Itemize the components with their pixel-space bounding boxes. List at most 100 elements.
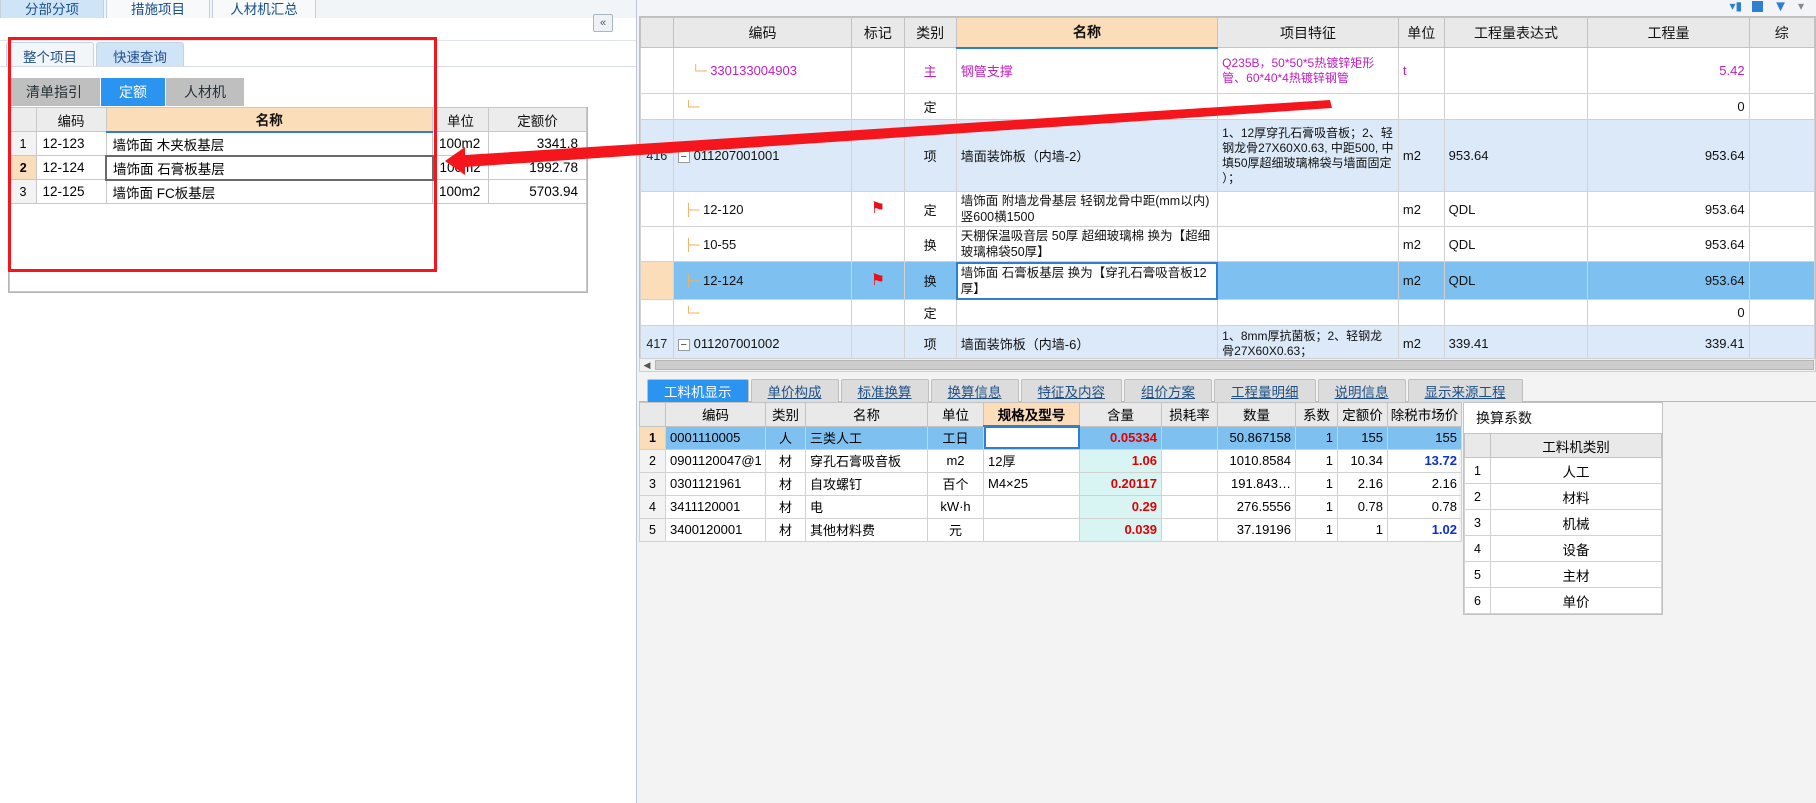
row-category[interactable]: 材 [765, 471, 806, 496]
row-unit[interactable]: m2 [1397, 119, 1445, 192]
row-qty-expression[interactable] [1443, 47, 1589, 94]
table-row[interactable]: 2 0901120047@1 材 穿孔石膏吸音板 m2 12厚 1.06 101… [639, 448, 1462, 473]
col-unit[interactable]: 单位 [432, 107, 489, 132]
tab-rencaijihuizong[interactable]: 人材机汇总 [212, 0, 316, 18]
col-name[interactable]: 名称 [105, 107, 433, 133]
row-category[interactable]: 定 [903, 93, 957, 120]
row-name[interactable]: 三类人工 [805, 425, 928, 450]
row-quantity[interactable]: 50.867158 [1217, 425, 1296, 450]
col-rownum[interactable] [639, 402, 666, 427]
row-unit[interactable]: 100m2 [432, 131, 489, 156]
row-qty-expression[interactable] [1443, 93, 1589, 120]
col-content[interactable]: 含量 [1079, 402, 1162, 427]
row-unit[interactable]: 元 [927, 517, 984, 542]
row-code[interactable]: 3400120001 [665, 517, 766, 542]
table-row[interactable]: 1 人工 [1464, 457, 1662, 484]
chevron-down-icon[interactable]: ▼ [1773, 0, 1788, 15]
horizontal-scrollbar[interactable]: ◀ [639, 358, 1816, 372]
row-content[interactable]: 0.05334 [1079, 425, 1162, 450]
col-rownum[interactable] [640, 17, 674, 48]
subtab-whole-project[interactable]: 整个项目 [6, 42, 94, 66]
table-row[interactable]: 1 0001110005 人 三类人工 工日 0.05334 50.867158… [639, 425, 1462, 450]
row-qty-expression[interactable]: QDL [1443, 261, 1589, 300]
row-code[interactable]: 12-125 [35, 179, 107, 204]
row-content[interactable]: 1.06 [1079, 448, 1162, 473]
tab-feature-content[interactable]: 特征及内容 [1020, 379, 1122, 402]
row-unit[interactable] [1397, 93, 1445, 120]
col-rownum[interactable] [1464, 433, 1491, 458]
row-spec-model[interactable] [983, 494, 1080, 519]
more-icon[interactable]: ▾ [1798, 0, 1804, 13]
row-comprehensive[interactable] [1748, 93, 1815, 120]
row-code[interactable]: 12-123 [35, 131, 107, 156]
row-spec-model[interactable]: M4×25 [983, 471, 1080, 496]
tab-rencaiji[interactable]: 人材机 [166, 78, 245, 106]
row-mark[interactable] [851, 226, 905, 262]
row-category[interactable]: 换 [903, 261, 957, 300]
table-row[interactable]: ├─ 12-120 ⚑ 定 墙饰面 附墙龙骨基层 轻钢龙骨中距(mm以内)竖60… [640, 191, 1815, 227]
row-base-price[interactable]: 1 [1337, 517, 1388, 542]
row-name[interactable]: 电 [805, 494, 928, 519]
row-spec-model[interactable]: 12厚 [983, 448, 1080, 473]
row-label[interactable]: 人工 [1490, 457, 1662, 484]
col-feature[interactable]: 项目特征 [1217, 17, 1399, 48]
row-content[interactable]: 0.039 [1079, 517, 1162, 542]
table-row[interactable]: 1 12-123 墙饰面 木夹板基层 100m2 3341.8 [9, 131, 587, 156]
row-category[interactable]: 材 [765, 517, 806, 542]
col-spec-model[interactable]: 规格及型号 [983, 402, 1080, 427]
scroll-left-icon[interactable]: ◀ [640, 360, 654, 371]
col-code[interactable]: 编码 [35, 107, 107, 132]
row-market-price[interactable]: 13.72 [1387, 448, 1462, 473]
row-name[interactable]: 墙饰面 FC板基层 [105, 179, 433, 204]
row-loss-rate[interactable] [1161, 448, 1218, 473]
row-name[interactable]: 墙饰面 石膏板基层 换为【穿孔石膏吸音板12厚】 [955, 261, 1219, 300]
row-category[interactable]: 换 [903, 226, 957, 262]
table-row[interactable]: 3 机械 [1464, 509, 1662, 536]
row-name[interactable]: 天棚保温吸音层 50厚 超细玻璃棉 换为【超细玻璃棉袋50厚】 [955, 226, 1219, 262]
row-category[interactable]: 定 [903, 299, 957, 326]
row-code[interactable]: 3411120001 [665, 494, 766, 519]
row-feature[interactable]: Q235B，50*50*5热镀锌矩形管、60*40*4热镀锌钢管 [1217, 47, 1399, 94]
tab-qingdanzhiyin[interactable]: 清单指引 [8, 78, 101, 106]
row-feature[interactable] [1217, 226, 1399, 262]
row-mark[interactable]: ⚑ [851, 261, 905, 300]
col-quantity[interactable]: 工程量 [1587, 17, 1750, 48]
col-market-price[interactable]: 除税市场价 [1387, 402, 1462, 427]
row-feature[interactable] [1217, 191, 1399, 227]
row-name[interactable]: 其他材料费 [805, 517, 928, 542]
col-price[interactable]: 定额价 [488, 107, 587, 132]
scroll-thumb[interactable] [655, 360, 1814, 370]
row-comprehensive[interactable] [1748, 299, 1815, 326]
collapse-panel-icon[interactable]: « [593, 14, 613, 32]
row-name[interactable]: 墙饰面 木夹板基层 [105, 131, 433, 156]
row-quantity[interactable]: 953.64 [1587, 226, 1750, 262]
row-mark[interactable] [851, 119, 905, 192]
row-loss-rate[interactable] [1161, 471, 1218, 496]
row-coefficient[interactable]: 1 [1295, 517, 1338, 542]
row-code[interactable]: └─ [672, 93, 853, 120]
row-category[interactable]: 材 [765, 494, 806, 519]
row-feature[interactable]: 1、12厚穿孔石膏吸音板；2、轻钢龙骨27X60X0.63, 中距500, 中填… [1217, 119, 1399, 192]
row-code[interactable]: └─ [672, 299, 853, 326]
row-label[interactable]: 材料 [1490, 483, 1662, 510]
row-category[interactable]: 项 [903, 325, 957, 362]
row-code[interactable]: 12-124 [35, 155, 107, 180]
tab-conversion-info[interactable]: 换算信息 [930, 379, 1019, 402]
row-price[interactable]: 5703.94 [488, 179, 587, 204]
tab-fenbufenxiang[interactable]: 分部分项 [0, 0, 104, 18]
row-coefficient[interactable]: 1 [1295, 494, 1338, 519]
row-code[interactable]: −011207001001 [672, 119, 853, 192]
row-qty-expression[interactable]: 339.41 [1443, 325, 1589, 362]
col-qty-expression[interactable]: 工程量表达式 [1443, 17, 1589, 48]
row-feature[interactable] [1217, 93, 1399, 120]
row-mark[interactable] [851, 93, 905, 120]
row-quantity[interactable]: 0 [1587, 299, 1750, 326]
table-row[interactable]: 416 −011207001001 项 墙面装饰板（内墙-2） 1、12厚穿孔石… [640, 119, 1815, 192]
table-row[interactable]: 4 3411120001 材 电 kW·h 0.29 276.5556 1 0.… [639, 494, 1462, 519]
row-category[interactable]: 定 [903, 191, 957, 227]
col-category[interactable]: 类别 [765, 402, 806, 427]
row-spec-model[interactable] [983, 425, 1080, 450]
row-base-price[interactable]: 0.78 [1337, 494, 1388, 519]
col-coefficient[interactable]: 系数 [1295, 402, 1338, 427]
row-comprehensive[interactable] [1748, 325, 1815, 362]
